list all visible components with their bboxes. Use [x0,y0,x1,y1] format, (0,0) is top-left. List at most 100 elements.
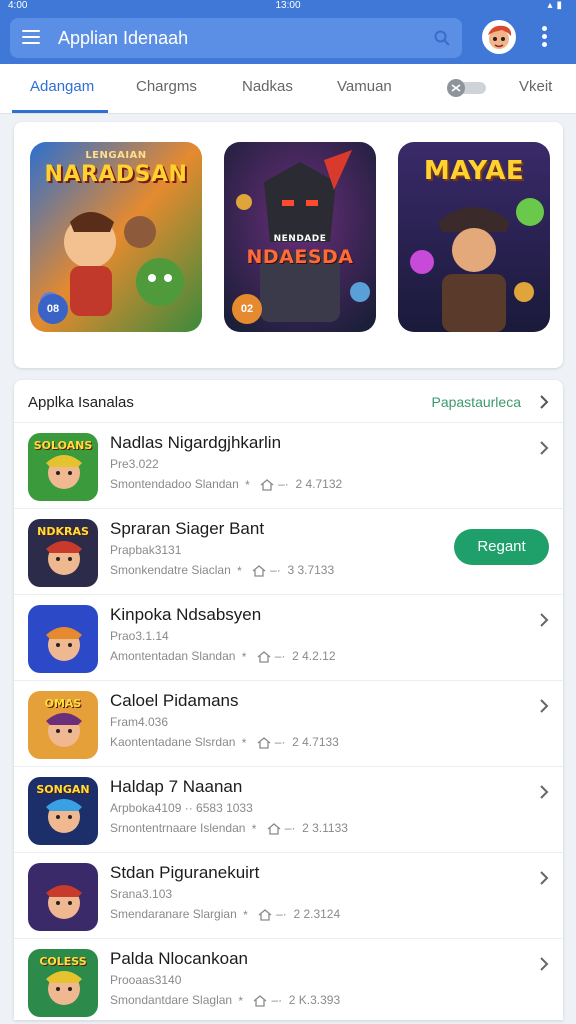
app-icon-label: OMAS [44,697,82,710]
chevron-right-icon[interactable] [539,441,549,455]
featured-banner-3[interactable]: MAYAE [398,142,550,332]
app-icon-label: SOLOANS [33,439,93,452]
app-meta: Smendaranare Slargian * –· 2 2.3124 [110,907,340,922]
app-version: Srana3.103 [110,887,173,901]
banner-subtitle: NENDADE [273,234,327,244]
app-icon-label: NDKRAS [37,525,89,538]
list-item[interactable]: SONGAN Haldap 7 Naanan Arpboka4109 ·· 6583… [14,766,563,852]
app-version: Prooaas3140 [110,973,182,987]
list-item[interactable]: SOLOANS Nadlas Nigardgjhkarlin Pre3.022 Smo… [14,422,563,508]
star-icon: * [239,907,252,922]
app-meta: Srnontentrnaare Islendan * –· 2 3.1133 [110,821,348,836]
home-icon [254,994,267,1007]
status-bar: 4:00 13:00 ▴▮ [0,0,576,12]
app-name: Haldap 7 Naanan [110,777,243,796]
app-icon-label: SONGAN [36,783,90,796]
app-meta-label: Smontendadoo Slandan [110,477,239,491]
more-options-icon[interactable] [540,26,548,48]
app-icon[interactable]: SOLOANS [28,433,98,501]
chevron-right-icon[interactable] [539,871,549,885]
tab-vkeit[interactable]: Vkeit [519,64,552,114]
menu-icon[interactable] [22,30,40,44]
star-icon: * [233,563,246,578]
app-meta-value: 3 3.7133 [287,563,335,577]
app-name: Spraran Siager Bant [110,519,265,538]
app-meta-dash: –· [276,907,294,921]
star-icon: * [248,821,260,836]
home-icon [257,736,271,749]
app-meta-dash: –· [270,563,288,577]
app-meta-dash: –· [278,477,296,491]
featured-carousel: LENGAIAN NARADSAN 08 NENDADE NDAESDA 02 … [14,122,563,368]
featured-banner-2[interactable]: NENDADE NDAESDA 02 [224,142,376,332]
banner-title: NDAESDA [246,246,354,268]
install-button[interactable]: Regant [454,529,549,565]
home-icon [252,564,266,577]
tab-adangam[interactable]: Adangam [30,64,94,114]
app-meta-value: 2 4.7132 [295,477,343,491]
tab-indicator [12,110,108,113]
app-meta-label: Smendaranare Slargian [110,907,237,921]
tab-chargms[interactable]: Chargms [136,64,197,114]
app-name: Caloel Pidamans [110,691,239,710]
list-header: Applka Isanalas Papastaurleca [14,380,563,422]
app-meta-value: 2 4.2.12 [292,649,336,663]
app-meta: Kaontentadane Slsrdan * –· 2 4.7133 [110,735,339,750]
app-meta: Smontendadoo Slandan * –· 2 4.7132 [110,477,342,492]
app-version: Arpboka4109 ·· 6583 1033 [110,801,253,815]
home-icon [260,478,274,491]
featured-banner-1[interactable]: LENGAIAN NARADSAN 08 [30,142,202,332]
status-time: 13:00 [275,0,301,11]
app-meta-label: Kaontentadane Slsrdan [110,735,236,749]
app-version: Fram4.036 [110,715,169,729]
list-item[interactable]: NDKRAS Spraran Siager Bant Prapbak3131 Smon… [14,508,563,594]
banner-title: NARADSAN [44,162,188,187]
app-meta-value: 2 3.1133 [302,821,348,835]
star-icon: * [235,993,247,1008]
list-item[interactable]: COLESS Palda Nlocankoan Prooaas3140 Smondan… [14,938,563,1024]
app-meta-label: Srnontentrnaare Islendan [110,821,246,835]
app-meta-value: 2 K.3.393 [288,993,341,1007]
app-icon[interactable] [28,605,98,673]
search-icon[interactable] [434,30,450,46]
app-icon[interactable]: NDKRAS [28,519,98,587]
app-meta-label: Smondantdare Slaglan [110,993,233,1007]
app-icon-label: COLESS [39,955,87,968]
banner-badge: 02 [232,294,262,324]
see-all-link[interactable]: Papastaurleca [431,394,521,410]
toggle-switch[interactable] [446,78,486,98]
app-name: Nadlas Nigardgjhkarlin [110,433,282,452]
list-item[interactable]: OMAS Caloel Pidamans Fram4.036 Kaontentadan… [14,680,563,766]
list-item[interactable]: Stdan Piguranekuirt Srana3.103 Smendaranar… [14,852,563,938]
app-version: Pre3.022 [110,457,159,471]
app-list: Applka Isanalas Papastaurleca SOLOANS Nad… [14,380,563,1020]
list-title: Applka Isanalas [28,394,134,411]
app-meta: Smondantdare Slaglan * –· 2 K.3.393 [110,993,340,1008]
tab-vamuan[interactable]: Vamuan [337,64,392,114]
home-icon [257,650,271,663]
chevron-right-icon[interactable] [539,957,549,971]
chevron-right-icon[interactable] [539,785,549,799]
app-icon[interactable]: SONGAN [28,777,98,845]
chevron-right-icon[interactable] [539,699,549,713]
chevron-right-icon[interactable] [539,613,549,627]
chevron-right-icon[interactable] [539,395,549,409]
app-icon[interactable]: COLESS [28,949,98,1017]
app-meta-value: 2 4.7133 [292,735,339,749]
app-name: Palda Nlocankoan [110,949,248,968]
tab-bar: Adangam Chargms Nadkas Vamuan Vkeit [0,64,576,114]
app-meta-dash: –· [274,649,293,663]
app-name: Stdan Piguranekuirt [110,863,260,882]
star-icon: * [241,477,254,492]
list-item[interactable]: Kinpoka Ndsabsyen Prao3.1.14 Amontentadan … [14,594,563,680]
app-name: Kinpoka Ndsabsyen [110,605,262,624]
app-meta: Amontentadan Slandan * –· 2 4.2.12 [110,649,336,664]
app-icon[interactable]: OMAS [28,691,98,759]
star-icon: * [238,735,250,750]
search-bar[interactable]: Applian Idenaah [10,18,462,58]
app-version: Prao3.1.14 [110,629,169,643]
tab-nadkas[interactable]: Nadkas [242,64,293,114]
app-meta: Smonkendatre Siaclan * –· 3 3.7133 [110,563,334,578]
app-icon[interactable] [28,863,98,931]
avatar[interactable] [482,20,516,54]
